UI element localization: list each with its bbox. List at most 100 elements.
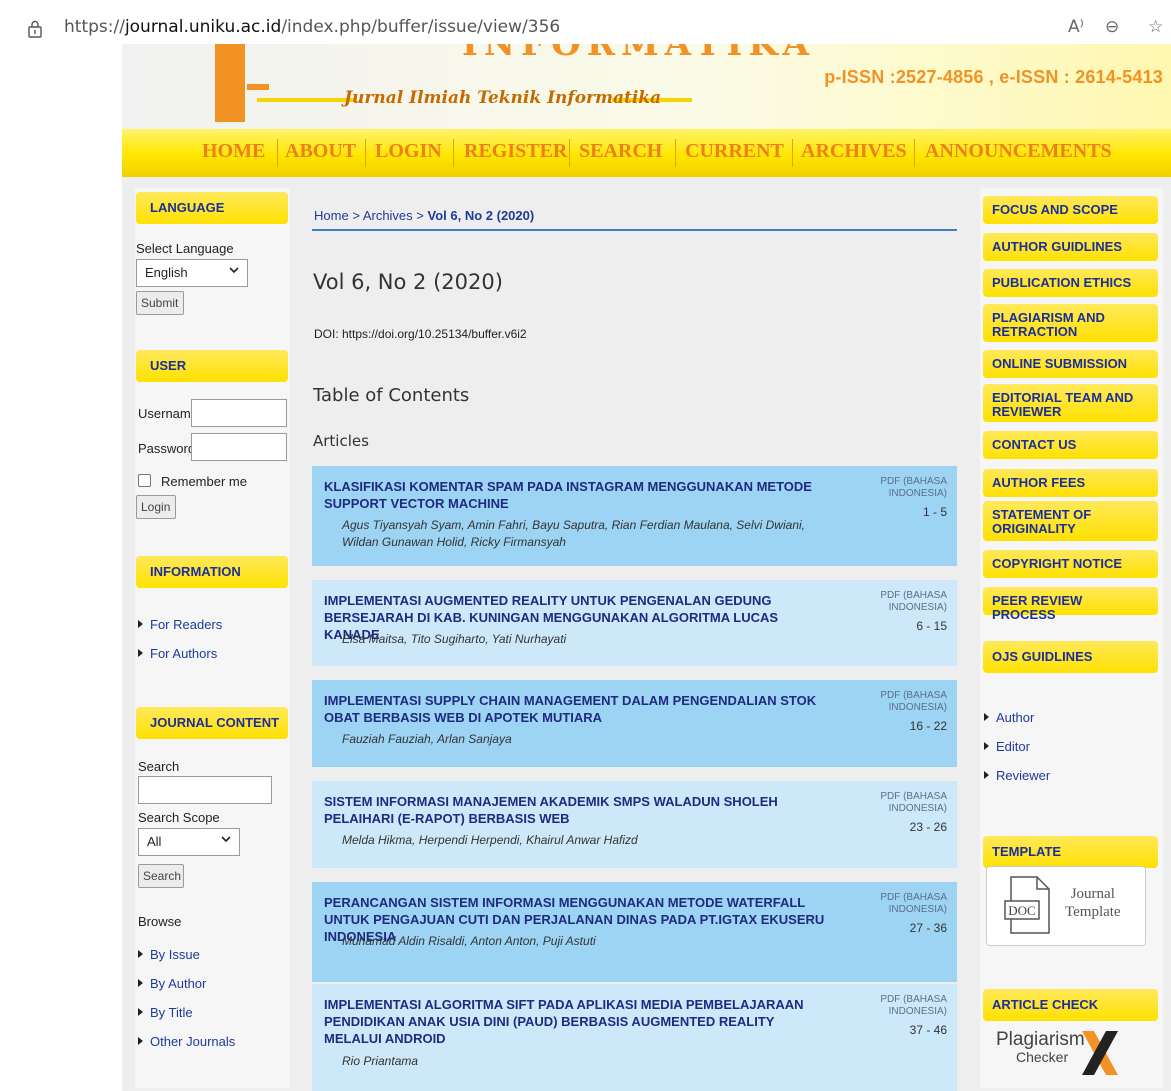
breadcrumb-current[interactable]: Vol 6, No 2 (2020) <box>428 208 535 223</box>
article-title[interactable]: SISTEM INFORMASI MANAJEMEN AKADEMIK SMPS… <box>324 793 834 827</box>
template-text-line2: Template <box>1065 904 1121 920</box>
favorite-icon[interactable]: ☆ <box>1148 17 1163 37</box>
article-authors: Muhamad Aldin Risaldi, Anton Anton, Puji… <box>342 934 596 948</box>
doc-file-label: DOC <box>1008 903 1035 918</box>
article-title[interactable]: IMPLEMENTASI SUPPLY CHAIN MANAGEMENT DAL… <box>324 692 834 726</box>
url-domain: journal.uniku.ac.id <box>124 17 282 37</box>
language-block-title: LANGUAGE <box>136 192 288 224</box>
bullet-arrow-icon <box>138 620 143 628</box>
issn-text: p-ISSN :2527-4856 , e-ISSN : 2614-5413 <box>824 67 1163 87</box>
remember-me-checkbox[interactable] <box>138 474 151 487</box>
article-pages: 16 - 22 <box>909 719 947 733</box>
nav-about[interactable]: ABOUT <box>285 140 356 163</box>
article-pdf-link[interactable]: PDF (BAHASA INDONESIA) <box>867 994 947 1018</box>
search-button[interactable]: Search <box>138 864 184 888</box>
article-title[interactable]: KLASIFIKASI KOMENTAR SPAM PADA INSTAGRAM… <box>324 478 834 512</box>
page-title: Vol 6, No 2 (2020) <box>313 270 503 294</box>
article-pdf-link[interactable]: PDF (BAHASA INDONESIA) <box>867 892 947 916</box>
nav-separator <box>792 139 793 167</box>
peer-review-process-link[interactable]: PEER REVIEW PROCESS <box>983 587 1158 622</box>
breadcrumb-archives[interactable]: Archives <box>363 208 413 223</box>
contact-us-link[interactable]: CONTACT US <box>983 431 1158 459</box>
online-submission-link[interactable]: ONLINE SUBMISSION <box>983 350 1158 378</box>
doc-file-icon: DOC <box>1004 876 1050 934</box>
main-nav: HOME ABOUT LOGIN REGISTER SEARCH CURRENT… <box>122 129 1171 177</box>
nav-login[interactable]: LOGIN <box>375 140 442 163</box>
article-pages: 37 - 46 <box>909 1023 947 1037</box>
nav-home[interactable]: HOME <box>202 140 265 163</box>
bullet-arrow-icon <box>138 649 143 657</box>
browse-by-author-link[interactable]: By Author <box>138 976 206 991</box>
logo-shape <box>215 44 245 122</box>
bullet-arrow-icon <box>138 1008 143 1016</box>
copyright-notice-link[interactable]: COPYRIGHT NOTICE <box>983 550 1158 578</box>
browse-by-title-label: By Title <box>150 1005 193 1020</box>
breadcrumb-separator: > <box>352 208 360 223</box>
author-fees-link[interactable]: AUTHOR FEES <box>983 469 1158 497</box>
article-pdf-link[interactable]: PDF (BAHASA INDONESIA) <box>867 690 947 714</box>
nav-separator <box>365 139 366 167</box>
url-field[interactable]: https://journal.uniku.ac.id/index.php/bu… <box>64 17 560 37</box>
breadcrumb-home[interactable]: Home <box>314 208 349 223</box>
article-pdf-link[interactable]: PDF (BAHASA INDONESIA) <box>867 791 947 815</box>
nav-separator <box>453 139 454 167</box>
journal-subtitle: Jurnal Ilmiah Teknik Informatika <box>344 88 662 108</box>
search-input[interactable] <box>138 776 272 804</box>
for-readers-link[interactable]: For Readers <box>138 617 222 632</box>
nav-separator <box>914 139 915 167</box>
plagiarism-and-retraction-link[interactable]: PLAGIARISM AND RETRACTION <box>983 304 1158 342</box>
lock-icon[interactable] <box>28 20 42 38</box>
plagiarism-checker-logo[interactable]: Plagiarism Checker <box>996 1029 1118 1079</box>
bullet-arrow-icon <box>984 713 989 721</box>
ojs-editor-label: Editor <box>996 739 1030 754</box>
nav-search[interactable]: SEARCH <box>579 140 662 163</box>
article-pdf-link[interactable]: PDF (BAHASA INDONESIA) <box>867 476 947 500</box>
bullet-arrow-icon <box>138 950 143 958</box>
x-mark-icon <box>1082 1031 1118 1075</box>
article-title[interactable]: IMPLEMENTASI ALGORITMA SIFT PADA APLIKAS… <box>324 996 834 1047</box>
username-input[interactable] <box>191 399 287 427</box>
author-guidlines-link[interactable]: AUTHOR GUIDLINES <box>983 233 1158 261</box>
logo-accent <box>247 84 269 90</box>
language-select[interactable]: English <box>136 259 248 287</box>
zoom-icon[interactable]: ⊖ <box>1105 17 1119 37</box>
password-input[interactable] <box>191 433 287 461</box>
bullet-arrow-icon <box>138 1037 143 1045</box>
chevron-down-icon <box>221 836 231 843</box>
statement-of-originality-link[interactable]: STATEMENT OF ORIGINALITY <box>983 501 1158 541</box>
read-aloud-icon[interactable]: A⁾ <box>1068 17 1084 37</box>
nav-archives[interactable]: ARCHIVES <box>801 140 907 163</box>
journal-page: INFORMATIKA Jurnal Ilmiah Teknik Informa… <box>122 44 1171 1091</box>
toc-heading: Table of Contents <box>313 385 470 406</box>
bullet-arrow-icon <box>984 742 989 750</box>
ojs-author-link[interactable]: Author <box>984 710 1034 725</box>
ojs-reviewer-link[interactable]: Reviewer <box>984 768 1050 783</box>
username-label: Username <box>138 406 198 421</box>
search-scope-select[interactable]: All <box>138 828 240 856</box>
login-button[interactable]: Login <box>136 495 176 519</box>
for-authors-link[interactable]: For Authors <box>138 646 217 661</box>
article-pages: 23 - 26 <box>909 820 947 834</box>
other-journals-link[interactable]: Other Journals <box>138 1034 235 1049</box>
article-row: PERANCANGAN SISTEM INFORMASI MENGGUNAKAN… <box>312 882 957 982</box>
nav-announcements[interactable]: ANNOUNCEMENTS <box>925 140 1112 163</box>
browse-by-title-link[interactable]: By Title <box>138 1005 193 1020</box>
plagiarism-brand-sub: Checker <box>1016 1049 1069 1065</box>
journal-title: INFORMATIKA <box>462 44 815 64</box>
editorial-team-link[interactable]: EDITORIAL TEAM AND REVIEWER <box>983 384 1158 422</box>
language-submit-button[interactable]: Submit <box>136 291 184 315</box>
focus-and-scope-link[interactable]: FOCUS AND SCOPE <box>983 196 1158 224</box>
article-pdf-link[interactable]: PDF (BAHASA INDONESIA) <box>867 590 947 614</box>
issue-doi[interactable]: DOI: https://doi.org/10.25134/buffer.v6i… <box>314 327 527 341</box>
ojs-guidlines-block-title: OJS GUIDLINES <box>983 641 1158 673</box>
publication-ethics-link[interactable]: PUBLICATION ETHICS <box>983 269 1158 297</box>
article-authors: Elsa Maitsa, Tito Sugiharto, Yati Nurhay… <box>342 632 567 646</box>
browse-by-issue-link[interactable]: By Issue <box>138 947 200 962</box>
chevron-down-icon <box>229 267 239 274</box>
ojs-editor-link[interactable]: Editor <box>984 739 1030 754</box>
breadcrumb-separator: > <box>416 208 424 223</box>
nav-register[interactable]: REGISTER <box>464 140 567 163</box>
breadcrumb: Home > Archives > Vol 6, No 2 (2020) <box>314 208 534 223</box>
journal-template-download[interactable]: DOC Journal Template <box>986 866 1146 946</box>
nav-current[interactable]: CURRENT <box>685 140 784 163</box>
